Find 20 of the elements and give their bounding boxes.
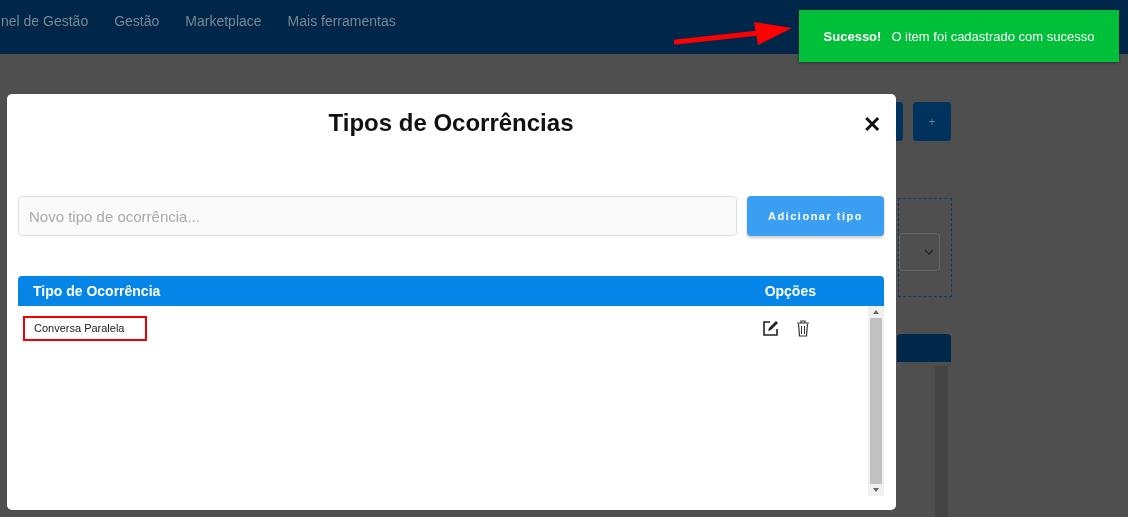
close-button[interactable]: ✕	[860, 112, 884, 138]
nav-link[interactable]: Marketplace	[185, 13, 262, 29]
input-field[interactable]: Novo tipo de ocorrência...	[18, 196, 737, 236]
modal-title: Tipos de Ocorrências	[328, 109, 574, 137]
chevron-icon	[924, 248, 934, 255]
add-type-button[interactable]: Adicionar tipo	[747, 196, 884, 236]
column-header: Tipo de Ocorrência	[33, 283, 161, 299]
toast-message: O item foi cadastrado com sucesso	[891, 28, 1095, 44]
table-cell: Conversa Paralela	[23, 316, 147, 341]
nav-link[interactable]: nel de Gestão	[1, 13, 89, 29]
trash-icon[interactable]	[796, 320, 810, 337]
panel-header	[897, 334, 951, 362]
nav-link[interactable]: Mais ferramentas	[287, 13, 396, 29]
select-field[interactable]	[899, 232, 940, 271]
scrollbar[interactable]	[868, 306, 884, 496]
toast-title: Sucesso!	[823, 28, 882, 44]
nav-link[interactable]: Gestão	[114, 13, 160, 29]
edit-icon[interactable]	[762, 320, 779, 337]
column-header: Opções	[764, 283, 816, 299]
add-button[interactable]: +	[913, 102, 951, 141]
